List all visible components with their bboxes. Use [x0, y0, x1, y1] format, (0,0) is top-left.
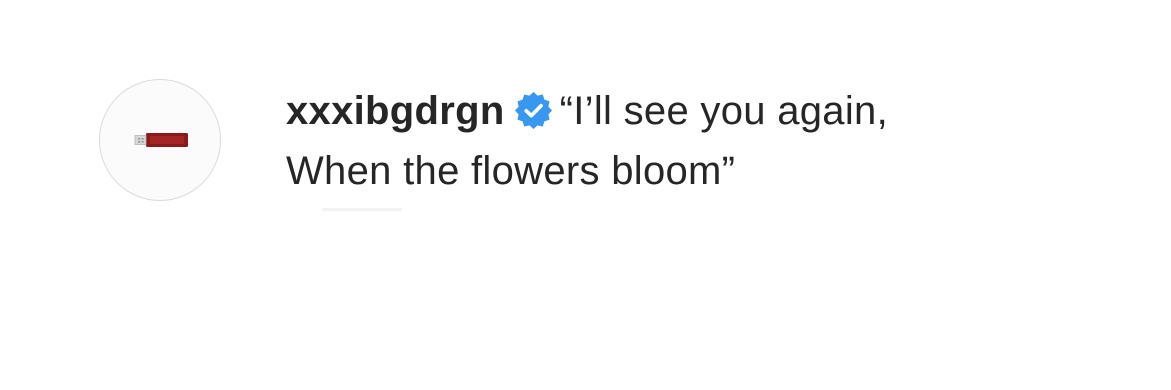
usb-drive-icon [134, 133, 188, 147]
verified-badge-icon [514, 92, 552, 129]
username-link[interactable]: xxxibgdrgn [286, 89, 505, 133]
comment-item: xxxibgdrgn “I’ll see you again, When the… [0, 0, 1171, 390]
comment-text-line-2: When the flowers bloom” [286, 149, 736, 193]
comment-body: xxxibgdrgn “I’ll see you again, When the… [286, 81, 1146, 201]
comment-text-line-1: “I’ll see you again, [559, 89, 888, 133]
divider [322, 208, 402, 211]
avatar[interactable] [99, 79, 221, 201]
